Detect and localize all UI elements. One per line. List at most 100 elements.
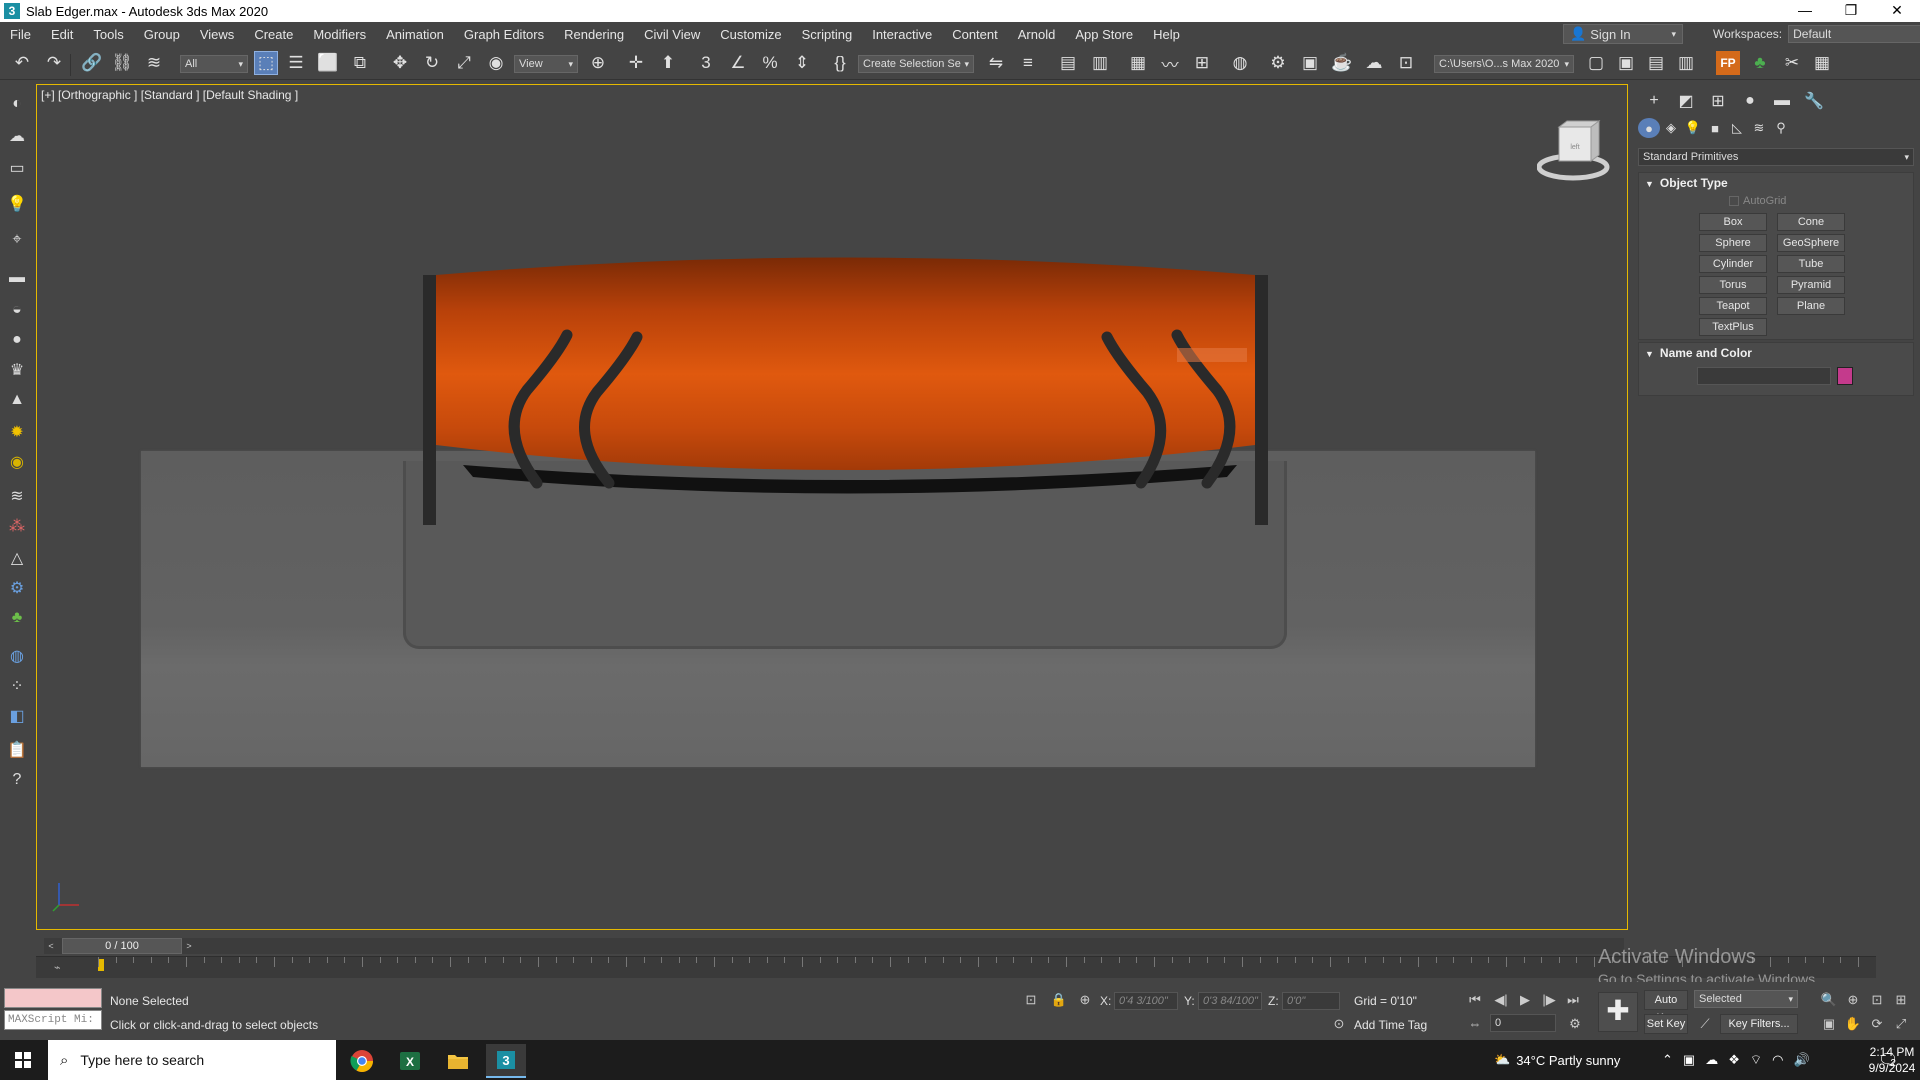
display-tab-icon[interactable]: ▬ bbox=[1766, 90, 1798, 112]
time-slider[interactable]: < 0 / 100 > bbox=[44, 938, 1624, 954]
render-in-cloud-icon[interactable]: ☁ bbox=[1362, 51, 1386, 75]
zoom-extents-icon[interactable]: ⊡ bbox=[1868, 992, 1886, 1008]
menu-scripting[interactable]: Scripting bbox=[792, 27, 863, 42]
autogrid-checkbox[interactable]: AutoGrid bbox=[1729, 195, 1786, 207]
volume-icon[interactable]: 🔊 bbox=[1793, 1052, 1809, 1068]
modify-tab-icon[interactable]: ◩ bbox=[1670, 90, 1702, 112]
rendered-frame-window-icon[interactable]: ▣ bbox=[1298, 51, 1322, 75]
update-container-icon[interactable]: ▥ bbox=[1674, 51, 1698, 75]
forest-pack-icon[interactable]: FP bbox=[1716, 51, 1740, 75]
orbit-icon[interactable]: ⟳ bbox=[1868, 1016, 1886, 1032]
play-icon[interactable]: ▶ bbox=[1516, 992, 1534, 1008]
teapot-button[interactable]: Teapot bbox=[1699, 297, 1767, 315]
render-production-icon[interactable]: ☕ bbox=[1330, 51, 1354, 75]
particles-icon[interactable]: ⁂ bbox=[7, 516, 27, 536]
railclone-icon[interactable]: ♣ bbox=[1748, 51, 1772, 75]
primitive-category-dropdown[interactable]: Standard Primitives bbox=[1638, 148, 1914, 166]
material-editor-icon[interactable]: ◍ bbox=[1228, 51, 1252, 75]
tube-button[interactable]: Tube bbox=[1777, 255, 1845, 273]
cylinder-button[interactable]: Cylinder bbox=[1699, 255, 1767, 273]
textplus-button[interactable]: TextPlus bbox=[1699, 318, 1767, 336]
menu-modifiers[interactable]: Modifiers bbox=[303, 27, 376, 42]
3dsmax-taskbar-icon[interactable]: 3 bbox=[486, 1044, 526, 1078]
crown-icon[interactable]: ♛ bbox=[7, 360, 27, 380]
pivot-center-icon[interactable]: ⊕ bbox=[586, 51, 610, 75]
curve-editor-icon[interactable]: 〰 bbox=[1158, 51, 1182, 75]
absolute-transform-icon[interactable]: ⊕ bbox=[1076, 992, 1094, 1008]
auto-key-button[interactable]: Auto Key bbox=[1644, 990, 1688, 1024]
cloud-icon[interactable]: ☁ bbox=[7, 126, 27, 146]
viewport-nav-icon[interactable]: ◐ bbox=[7, 94, 27, 114]
sun-icon[interactable]: ✹ bbox=[7, 422, 27, 442]
window-crossing-icon[interactable]: ⧉ bbox=[348, 51, 372, 75]
schematic-view-icon[interactable]: ⊞ bbox=[1190, 51, 1214, 75]
geometry-subtab-icon[interactable]: ● bbox=[1638, 118, 1660, 138]
hair-icon[interactable]: ≋ bbox=[7, 486, 27, 506]
meet-now-icon[interactable]: ▣ bbox=[1683, 1052, 1695, 1068]
y-coord-field[interactable]: 0'3 84/100" bbox=[1198, 992, 1262, 1010]
time-slider-handle[interactable]: 0 / 100 bbox=[62, 938, 182, 954]
go-to-end-icon[interactable]: ⏭ bbox=[1564, 992, 1582, 1008]
menu-rendering[interactable]: Rendering bbox=[554, 27, 634, 42]
menu-graph-editors[interactable]: Graph Editors bbox=[454, 27, 554, 42]
angle-snap-icon[interactable]: ∠ bbox=[726, 51, 750, 75]
windows-start-button[interactable] bbox=[0, 1040, 46, 1080]
menu-customize[interactable]: Customize bbox=[710, 27, 791, 42]
inherit-container-icon[interactable]: ▣ bbox=[1614, 51, 1638, 75]
selection-lock-icon[interactable]: 🔒 bbox=[1050, 992, 1068, 1008]
key-mode-dropdown[interactable]: Selected bbox=[1694, 990, 1798, 1008]
object-color-swatch[interactable] bbox=[1837, 367, 1853, 385]
time-config-icon[interactable]: ⚙ bbox=[1566, 1016, 1584, 1032]
menu-civil-view[interactable]: Civil View bbox=[634, 27, 710, 42]
default-in-out-tangents-icon[interactable]: ⟋ bbox=[1696, 1016, 1714, 1032]
geosphere-button[interactable]: GeoSphere bbox=[1777, 234, 1845, 252]
next-frame-icon[interactable]: |▶ bbox=[1540, 992, 1558, 1008]
unlink-icon[interactable]: ⛓ bbox=[110, 51, 134, 75]
torus-button[interactable]: Torus bbox=[1699, 276, 1767, 294]
zoom-all-icon[interactable]: ⊕ bbox=[1844, 992, 1862, 1008]
sphere-icon[interactable]: ● bbox=[7, 330, 27, 350]
layer-explorer-icon[interactable]: ▥ bbox=[1088, 51, 1112, 75]
object-name-field[interactable] bbox=[1697, 367, 1831, 385]
render-setup-icon[interactable]: ⚙ bbox=[1266, 51, 1290, 75]
field-of-view-icon[interactable]: ▣ bbox=[1820, 1016, 1838, 1032]
go-to-start-icon[interactable]: ⏮ bbox=[1466, 992, 1484, 1008]
cone-icon[interactable]: ▲ bbox=[7, 390, 27, 410]
dropbox-icon[interactable]: ❖ bbox=[1728, 1052, 1740, 1068]
workspace-dropdown[interactable]: Default bbox=[1788, 25, 1920, 43]
key-filters-button[interactable]: Key Filters... bbox=[1720, 1014, 1798, 1034]
box-icon[interactable]: ▬ bbox=[7, 268, 27, 288]
z-coord-field[interactable]: 0'0" bbox=[1282, 992, 1340, 1010]
select-object-icon[interactable]: ⬚ bbox=[254, 51, 278, 75]
menu-group[interactable]: Group bbox=[134, 27, 190, 42]
set-keys-icon[interactable]: ✚ bbox=[1598, 992, 1638, 1032]
object-type-header[interactable]: ▼ Object Type bbox=[1639, 173, 1913, 193]
add-time-tag[interactable]: Add Time Tag bbox=[1354, 1018, 1427, 1032]
tray-overflow-icon[interactable]: ⌃ bbox=[1662, 1052, 1673, 1068]
gear-icon[interactable]: ⚙ bbox=[7, 578, 27, 598]
maxscript-listener-output[interactable] bbox=[4, 988, 102, 1008]
pyramid-button[interactable]: Pyramid bbox=[1777, 276, 1845, 294]
menu-arnold[interactable]: Arnold bbox=[1008, 27, 1066, 42]
undo-icon[interactable]: ↶ bbox=[10, 51, 34, 75]
onedrive-icon[interactable]: ☁ bbox=[1705, 1052, 1718, 1068]
spinner-snap-icon[interactable]: ⇕ bbox=[790, 51, 814, 75]
globe-icon[interactable]: ◍ bbox=[7, 646, 27, 666]
zoom-extents-all-icon[interactable]: ⊞ bbox=[1892, 992, 1910, 1008]
minimize-button[interactable]: — bbox=[1782, 0, 1828, 22]
taskbar-search[interactable]: ⌕ Type here to search bbox=[48, 1040, 336, 1080]
reference-coord-dropdown[interactable]: View bbox=[514, 55, 578, 73]
make-unique-icon[interactable]: ▤ bbox=[1644, 51, 1668, 75]
lights-subtab-icon[interactable]: 💡 bbox=[1682, 118, 1704, 138]
next-frame-arrow-icon[interactable]: > bbox=[182, 938, 196, 954]
menu-views[interactable]: Views bbox=[190, 27, 244, 42]
scene-explorer-icon[interactable]: ▤ bbox=[1056, 51, 1080, 75]
edit-named-selections-icon[interactable]: {} bbox=[828, 51, 852, 75]
motion-tab-icon[interactable]: ● bbox=[1734, 90, 1766, 112]
help-icon[interactable]: ? bbox=[7, 770, 27, 790]
maxscript-mini-listener[interactable]: MAXScript Mi: bbox=[4, 1010, 102, 1030]
x-coord-field[interactable]: 0'4 3/100" bbox=[1114, 992, 1178, 1010]
menu-interactive[interactable]: Interactive bbox=[862, 27, 942, 42]
spacewarps-subtab-icon[interactable]: ≋ bbox=[1748, 118, 1770, 138]
redo-icon[interactable]: ↷ bbox=[42, 51, 66, 75]
